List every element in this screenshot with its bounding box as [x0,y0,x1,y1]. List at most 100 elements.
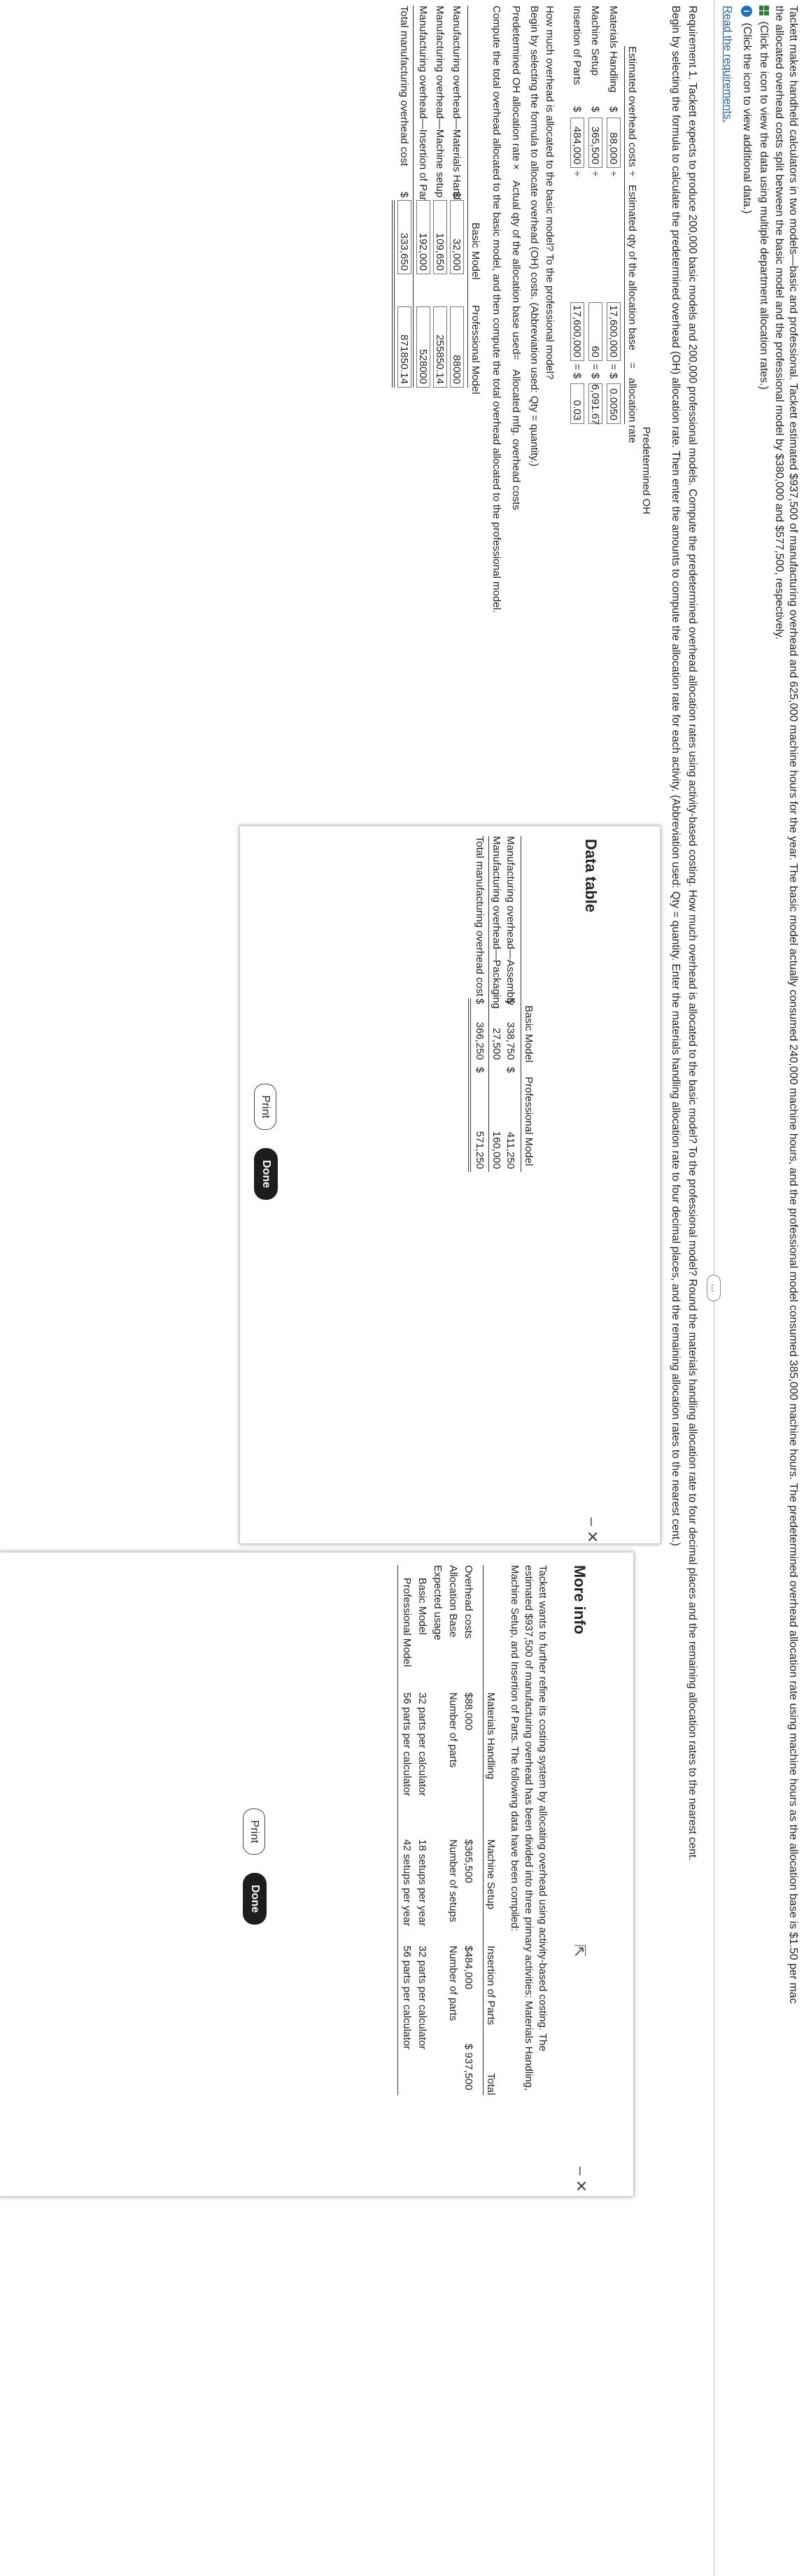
alloc-header-rule [467,6,468,388]
mi-basic-insertion: 32 parts per calculator [416,1946,428,2050]
mi-base-label: Allocation Base [447,1565,459,1638]
alloc-begin-text: Begin by selecting the formula to alloca… [528,6,540,467]
rate-row-qty-input[interactable]: 17,600,000 [607,302,621,361]
requirements-link[interactable]: Read the requirements. [721,6,734,122]
rate-row-dollar: $ [571,106,583,113]
info-icon[interactable]: i [741,6,752,17]
grid-icon[interactable] [759,6,769,15]
dt-head-pro: Professional Model [523,1077,535,1166]
dt-total-d1: $ [474,998,486,1005]
mi-head-materials: Materials Handling [485,1692,497,1780]
alloc-total-label: Total manufacturing overhead cost [398,6,410,167]
alloc-head-pro: Professional Model [470,305,481,395]
alloc-total-pro-input[interactable]: 871850.14 [397,306,411,388]
mi-base-insertion: Number of parts [447,1946,459,2021]
data-link-row[interactable]: (Click the icon to view the data using m… [757,6,770,390]
dt-row-basic: 27,500 [491,1028,502,1060]
mi-bottom-rule [397,1565,398,2095]
mi-print-button[interactable]: Print [243,1809,265,1855]
rate-row-op: ÷ [571,171,583,177]
dt-row-basic: 338,750 [505,1021,516,1060]
alloc-head-basic: Basic Model [470,222,481,280]
expand-ellipsis-button[interactable]: … [707,1275,721,1301]
alloc-row-basic-input[interactable]: 192,000 [416,200,430,274]
rate-row-eq: = $ [571,364,583,379]
alloc-question: How much overhead is allocated to the ba… [544,6,556,380]
mi-usage-label: Expected usage [432,1565,444,1641]
problem-text-line1: Tackett makes handheld calculators in tw… [787,6,799,2004]
dt-row-label: Manufacturing overhead—Packaging [491,836,502,1009]
dt-print-button[interactable]: Print [254,1084,276,1130]
problem-text-line2: the allocated overhead costs split betwe… [773,6,785,640]
rate-col3-header-line2: allocation rate [626,378,638,444]
close-icon[interactable]: – ✕ [583,1517,601,1543]
alloc-compute-text: Compute the total overhead allocated to … [491,6,502,614]
requirement-text: Requirement 1. Tackett expects to produc… [686,6,698,1861]
alloc-row-label: Manufacturing overhead—Insertion of Part… [417,6,429,209]
mi-overhead-setup: $365,500 [463,1839,474,1883]
dt-row-d1: $ [505,998,516,1005]
mi-overhead-total: $ 937,500 [463,2044,474,2090]
mi-pro-materials: 56 parts per calculator [401,1692,413,1797]
info-link-text[interactable]: (Click the icon to view additional data.… [741,22,753,213]
alloc-total-basic-input[interactable]: 333,650 [397,200,411,274]
alloc-double-rule-2 [392,200,393,388]
rate-row-label: Materials Handling [607,6,619,93]
data-link-text[interactable]: (Click the icon to view the data using m… [758,21,770,389]
dt-total-basic: 366,250 [474,1021,486,1060]
mi-pro-setup: 42 setups per year [401,1839,413,1927]
mi-basic-label: Basic Model [416,1578,428,1635]
mi-basic-materials: 32 parts per calculator [416,1692,428,1797]
dt-done-button[interactable]: Done [254,1148,278,1200]
dt-total-label: Total manufacturing overhead cost [474,836,486,997]
rate-row-qty-input[interactable]: 17,600,000 [570,302,584,361]
rate-row-rate-input[interactable]: 6,091.67 [588,383,602,425]
requirement-begin-text: Begin by selecting the formula to calcul… [670,6,682,1546]
more-info-para-3: Machine Setup, and Insertion of Parts. T… [509,1565,521,1932]
alloc-row-pro-input[interactable]: 88000 [450,306,464,388]
close-icon[interactable]: – ✕ [572,2167,590,2193]
more-info-title: More info [571,1565,588,1634]
mi-pro-label: Professional Model [401,1578,413,1667]
dt-row-d2: $ [505,1067,516,1073]
more-info-dialog: More info – ✕ ⇱ Tackett wants to further… [0,1552,634,2197]
rate-op2: = [626,362,638,369]
alloc-formula-f3: Actual qty of the allocation base used [510,181,522,355]
rate-col3-header-line1: Predetermined OH [640,427,652,515]
dt-row-pro: 160,000 [491,1131,502,1169]
dt-total-rule [488,836,489,1172]
rate-row-op: ÷ [607,171,619,177]
alloc-row-label: Manufacturing overhead—Machine setup [434,6,446,198]
more-info-para-2: estimated $937,500 of manufacturing over… [523,1565,535,2091]
mi-overhead-label: Overhead costs [463,1565,474,1639]
info-link-row[interactable]: i (Click the icon to view additional dat… [740,6,754,213]
rate-row-rate-input[interactable]: 0.03 [570,383,584,424]
dt-double-rule-2 [468,998,469,1172]
dt-total-pro: 571,250 [474,1131,486,1169]
rate-row-eq: = $ [589,364,601,379]
more-info-para-1: Tackett wants to further refine its cost… [537,1565,549,2052]
alloc-formula-f4: = [510,354,522,360]
dt-head-basic: Basic Model [523,1005,535,1063]
rate-row-dollar: $ [589,106,601,113]
alloc-row-basic-input[interactable]: 109,650 [433,200,447,274]
alloc-row-basic-input[interactable]: 32,000 [450,200,464,274]
rate-header-rule [624,46,625,424]
alloc-formula-f1: Predetermined OH allocation rate [510,6,522,162]
rate-row-cost-input[interactable]: 88,000 [607,118,621,168]
rate-row-cost-input[interactable]: 484,000 [570,118,584,168]
mi-done-button[interactable]: Done [243,1873,267,1925]
alloc-row-pro-input[interactable]: 255850.14 [433,306,447,388]
mi-overhead-insertion: $484,000 [463,1946,474,1990]
alloc-total-rule [413,6,414,388]
rate-op1: ÷ [626,171,638,177]
rate-row-op: ÷ [589,171,601,177]
alloc-double-rule-1 [394,200,395,388]
rate-row-qty-input[interactable]: 60 [588,302,602,361]
mi-base-setup: Number of setups [447,1839,459,1923]
rate-row-cost-input[interactable]: 365,500 [588,118,602,168]
rate-row-rate-input[interactable]: 0.0050 [607,383,621,424]
mi-pro-insertion: 56 parts per calculator [401,1946,413,2050]
mi-base-materials: Number of parts [447,1692,459,1768]
alloc-row-pro-input[interactable]: 528000 [416,306,430,388]
